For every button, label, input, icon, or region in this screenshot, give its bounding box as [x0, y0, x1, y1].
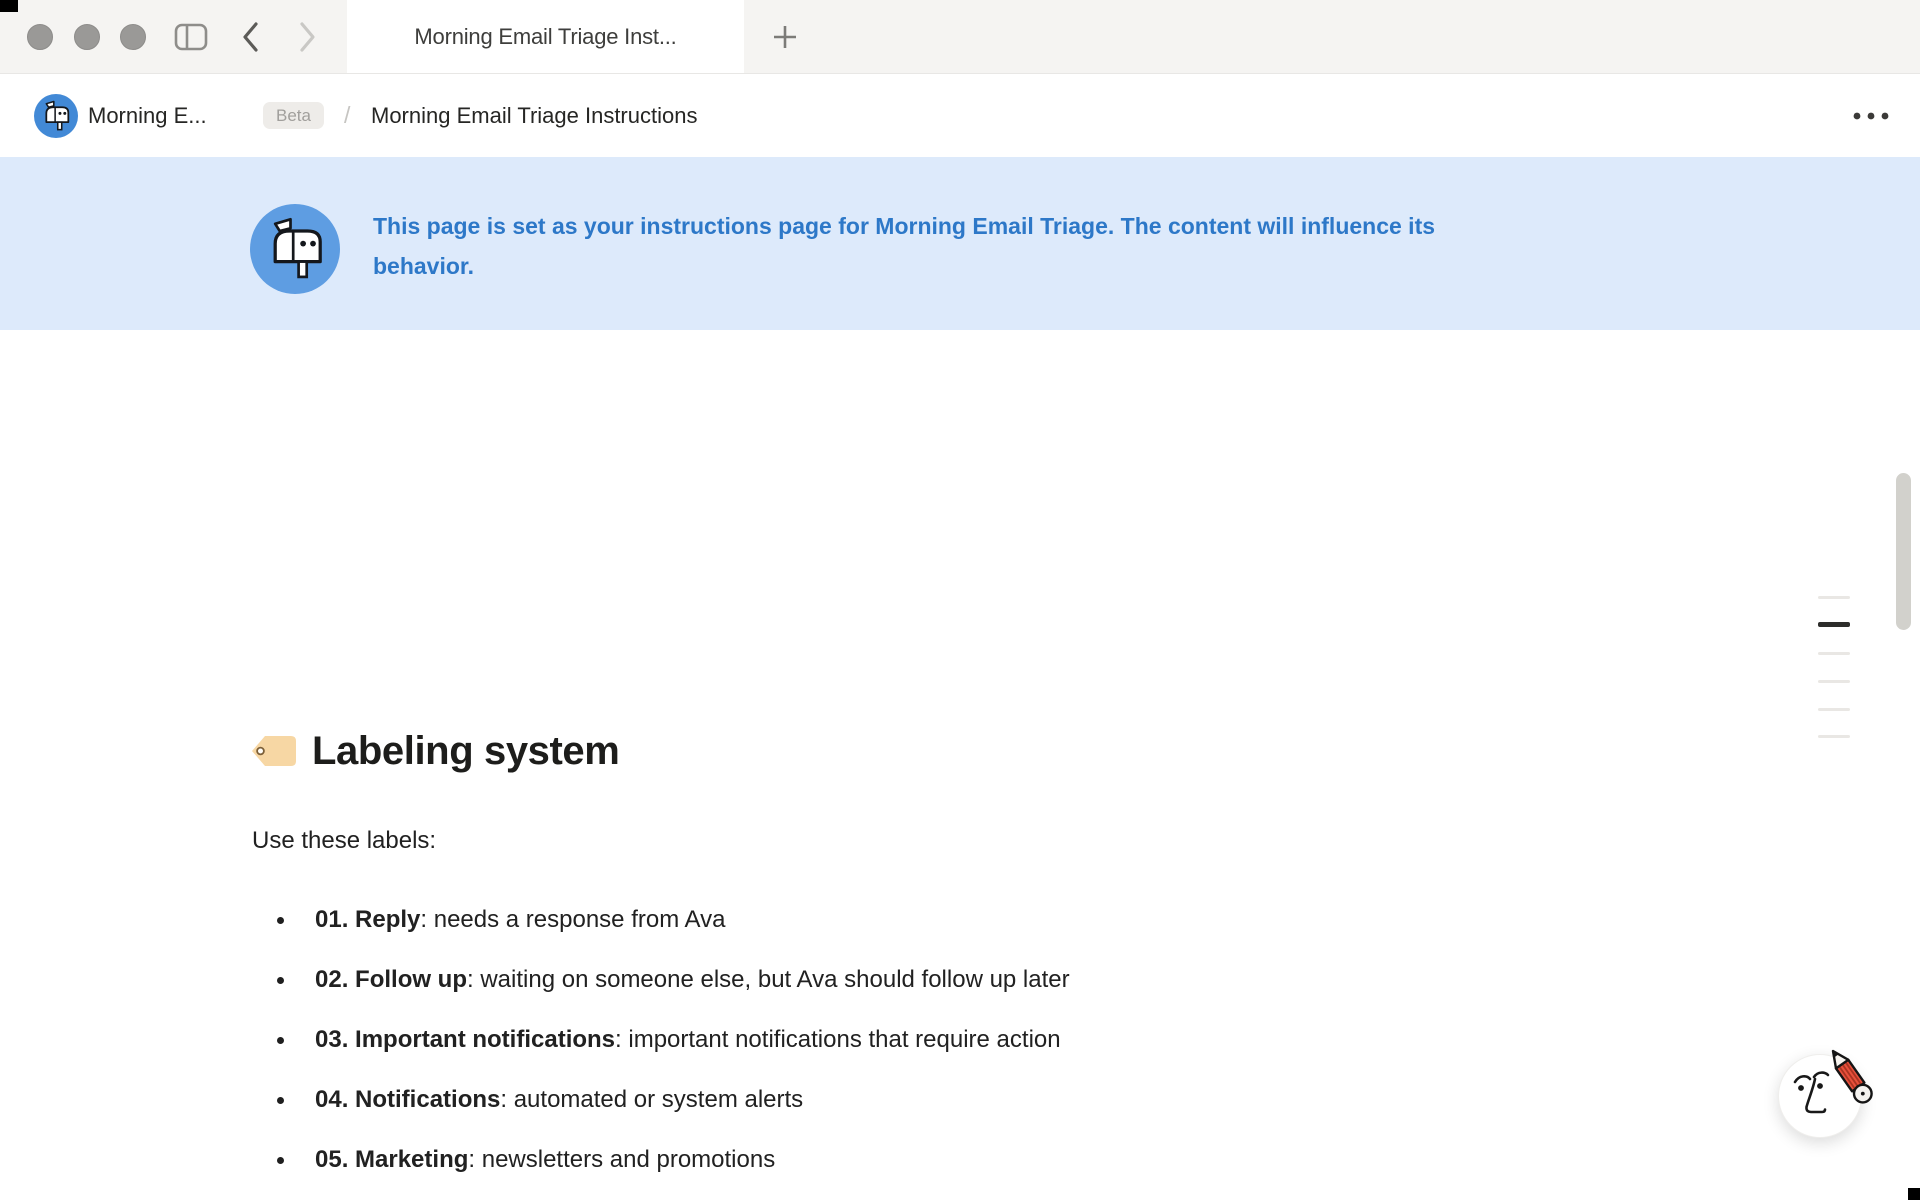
breadcrumb-separator: /	[344, 74, 350, 157]
list-item-text: 05. Marketing: newsletters and promotion…	[315, 1145, 775, 1175]
breadcrumb-page-title[interactable]: Morning Email Triage Instructions	[371, 74, 697, 157]
titlebar: Morning Email Triage Inst...	[0, 0, 1920, 74]
window-minimize-button[interactable]	[74, 24, 100, 50]
page-content: Labeling system Use these labels: 01. Re…	[0, 330, 1920, 1200]
outline-mark-active[interactable]	[1818, 622, 1850, 627]
mailbox-agent-icon[interactable]	[34, 94, 78, 138]
label-tag-icon	[249, 733, 299, 769]
list-item-text: 01. Reply: needs a response from Ava	[315, 905, 725, 935]
bullet-icon	[277, 1097, 284, 1104]
new-tab-icon[interactable]	[771, 23, 799, 51]
heading-text: Labeling system	[312, 729, 619, 774]
list-item-text: 02. Follow up: waiting on someone else, …	[315, 965, 1070, 995]
list-item-text: 03. Important notifications: important n…	[315, 1025, 1061, 1055]
window-close-button[interactable]	[27, 24, 53, 50]
browser-tab[interactable]: Morning Email Triage Inst...	[347, 0, 744, 73]
list-item: 04. Notifications: automated or system a…	[277, 1085, 803, 1115]
scribble-edit-button[interactable]	[1778, 1054, 1862, 1138]
banner-text: This page is set as your instructions pa…	[373, 206, 1673, 286]
outline-mark[interactable]	[1818, 596, 1850, 599]
window-zoom-button[interactable]	[120, 24, 146, 50]
corner-artifact	[1908, 1188, 1920, 1200]
tab-title: Morning Email Triage Inst...	[414, 24, 676, 50]
heading-labeling-system: Labeling system	[249, 724, 619, 778]
back-icon[interactable]	[240, 19, 262, 55]
outline-mark[interactable]	[1818, 680, 1850, 683]
bullet-icon	[277, 917, 284, 924]
instructions-banner: This page is set as your instructions pa…	[0, 157, 1920, 330]
bullet-icon	[277, 1157, 284, 1164]
mailbox-banner-icon	[250, 204, 340, 294]
banner-text-line2: behavior.	[373, 246, 1673, 286]
list-item: 05. Marketing: newsletters and promotion…	[277, 1145, 775, 1175]
labels-intro: Use these labels:	[252, 826, 436, 856]
list-item: 02. Follow up: waiting on someone else, …	[277, 965, 1070, 995]
red-pencil-icon	[1829, 1047, 1877, 1109]
list-item-text: 04. Notifications: automated or system a…	[315, 1085, 803, 1115]
bullet-icon	[277, 977, 284, 984]
app-window: Morning Email Triage Inst... Morning E..…	[0, 0, 1920, 1200]
outline-mark[interactable]	[1818, 652, 1850, 655]
outline-mark[interactable]	[1818, 708, 1850, 711]
forward-icon[interactable]	[296, 19, 318, 55]
list-item: 01. Reply: needs a response from Ava	[277, 905, 725, 935]
outline-mark[interactable]	[1818, 735, 1850, 738]
sidebar-toggle-icon[interactable]	[174, 23, 208, 51]
breadcrumb-app-name[interactable]: Morning E...	[88, 74, 207, 157]
bullet-icon	[277, 1037, 284, 1044]
banner-text-line1: This page is set as your instructions pa…	[373, 206, 1673, 246]
page-menu-icon[interactable]	[1850, 109, 1892, 123]
breadcrumb: Morning E... Beta / Morning Email Triage…	[0, 74, 1920, 157]
list-item: 03. Important notifications: important n…	[277, 1025, 1061, 1055]
beta-badge: Beta	[263, 102, 324, 129]
corner-artifact	[0, 0, 18, 12]
scrollbar-thumb[interactable]	[1896, 473, 1911, 630]
